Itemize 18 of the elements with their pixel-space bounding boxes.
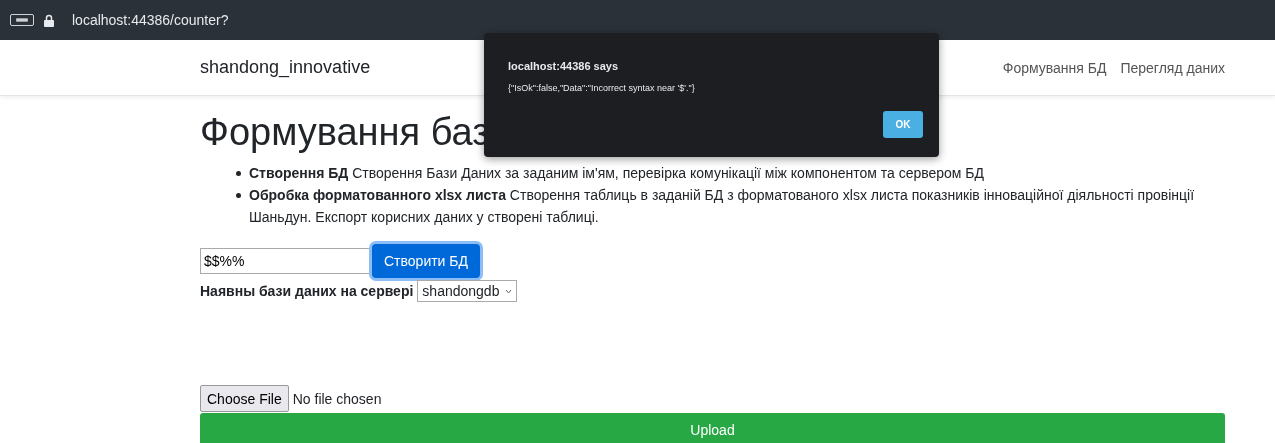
chevron-icon	[505, 288, 513, 294]
vpn-icon[interactable]	[10, 14, 34, 26]
address-bar[interactable]: localhost:44386/counter?	[72, 12, 229, 28]
database-select[interactable]: shandongdb	[417, 280, 518, 302]
alert-title: localhost:44386 says	[508, 60, 620, 72]
feature-description: Обробка форматованного xlsx листа Створення таблиць в заданій БД з форматованого xlsx листа показників інноваційної діяльності провінції Шаньдун. Експорт корисних даних у створені таблиці.	[249, 186, 1196, 227]
file-status: No file chosen	[292, 390, 382, 407]
database-name-field[interactable]: $$%%	[200, 248, 372, 274]
nav-link[interactable]: Формування БД	[1002, 59, 1107, 76]
alert-message: {"IsOk":false,"Data":"Incorrect syntax near '$'."}	[508, 83, 696, 93]
bullet-icon	[236, 193, 241, 198]
nav-link[interactable]: Перегляд даних	[1120, 59, 1225, 76]
choose-file-button[interactable]: Choose File	[200, 385, 289, 412]
feature-description: Створення БД Створення Бази Даних за заданим ім'ям, перевірка комунікації між компонентом та сервером БД	[249, 164, 985, 183]
databases-label: Наявны бази даних на сервері	[200, 283, 414, 299]
bullet-icon	[236, 171, 241, 176]
lock-icon	[44, 13, 54, 27]
create-database-button[interactable]: Створити БД	[372, 244, 480, 278]
